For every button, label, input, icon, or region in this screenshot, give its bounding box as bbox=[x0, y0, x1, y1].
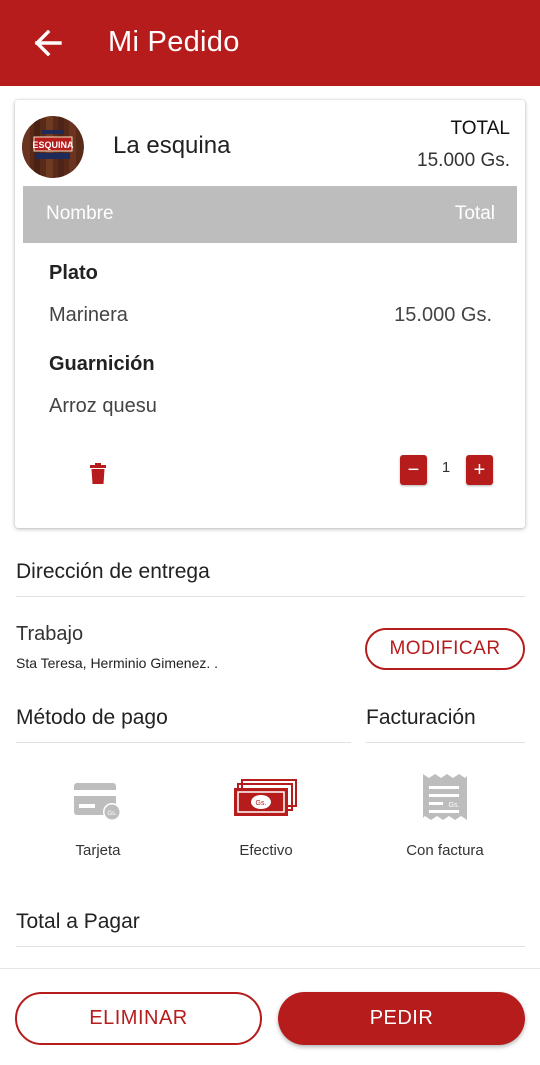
plato-price: 15.000 Gs. bbox=[394, 304, 492, 326]
restaurant-logo: ESQUINA bbox=[22, 116, 84, 178]
modify-address-button[interactable]: MODIFICAR bbox=[365, 628, 525, 670]
address-label: Trabajo bbox=[16, 623, 84, 645]
payment-heading: Método de pago bbox=[16, 706, 168, 729]
bottom-action-bar: ELIMINAR PEDIR bbox=[0, 968, 540, 1065]
place-order-button[interactable]: PEDIR bbox=[278, 992, 525, 1045]
trash-icon bbox=[90, 463, 106, 484]
minus-icon: − bbox=[407, 458, 420, 481]
column-header-name: Nombre bbox=[46, 203, 114, 224]
plato-label: Plato bbox=[49, 262, 98, 284]
delete-item-button[interactable] bbox=[89, 463, 107, 485]
payment-option-card[interactable]: Gs. Tarjeta bbox=[33, 770, 163, 859]
divider bbox=[16, 742, 351, 743]
delivery-heading: Dirección de entrega bbox=[16, 560, 210, 583]
divider bbox=[16, 946, 525, 947]
receipt-icon: Gs. bbox=[423, 774, 467, 820]
order-total-label: TOTAL bbox=[450, 118, 510, 139]
page-title: Mi Pedido bbox=[108, 26, 240, 58]
order-card: ESQUINA La esquina TOTAL 15.000 Gs. Nomb… bbox=[15, 100, 525, 528]
billing-heading: Facturación bbox=[366, 706, 476, 729]
address-detail: Sta Teresa, Herminio Gimenez. . bbox=[16, 655, 219, 671]
payment-option-label: Tarjeta bbox=[75, 842, 121, 859]
plus-icon: + bbox=[473, 458, 486, 481]
plato-value: Marinera bbox=[49, 304, 128, 326]
app-bar: Mi Pedido bbox=[0, 0, 540, 86]
cash-icon: Gs. bbox=[234, 779, 297, 816]
svg-text:ESQUINA: ESQUINA bbox=[32, 140, 74, 150]
total-to-pay-heading: Total a Pagar bbox=[16, 910, 140, 933]
back-button[interactable] bbox=[30, 26, 66, 60]
order-total-value: 15.000 Gs. bbox=[417, 150, 510, 171]
payment-option-label: Efectivo bbox=[239, 842, 293, 859]
credit-card-icon: Gs. bbox=[74, 783, 121, 821]
increase-quantity-button[interactable]: + bbox=[466, 455, 493, 485]
delete-order-button[interactable]: ELIMINAR bbox=[15, 992, 262, 1045]
guarnicion-value: Arroz quesu bbox=[49, 395, 157, 417]
payment-option-cash[interactable]: Gs. Efectivo bbox=[201, 770, 331, 859]
billing-option-label: Con factura bbox=[406, 842, 484, 859]
divider bbox=[16, 596, 525, 597]
divider bbox=[366, 742, 525, 743]
table-header: Nombre Total bbox=[23, 186, 517, 243]
column-header-total: Total bbox=[454, 203, 495, 224]
guarnicion-label: Guarnición bbox=[49, 353, 155, 375]
svg-text:Gs.: Gs. bbox=[256, 800, 267, 807]
billing-option-invoice[interactable]: Gs. Con factura bbox=[380, 770, 510, 859]
arrow-left-icon bbox=[34, 30, 62, 56]
svg-text:Gs.: Gs. bbox=[107, 811, 117, 817]
decrease-quantity-button[interactable]: − bbox=[400, 455, 427, 485]
quantity-value: 1 bbox=[441, 459, 451, 476]
restaurant-name: La esquina bbox=[113, 132, 231, 159]
svg-text:Gs.: Gs. bbox=[449, 802, 460, 809]
